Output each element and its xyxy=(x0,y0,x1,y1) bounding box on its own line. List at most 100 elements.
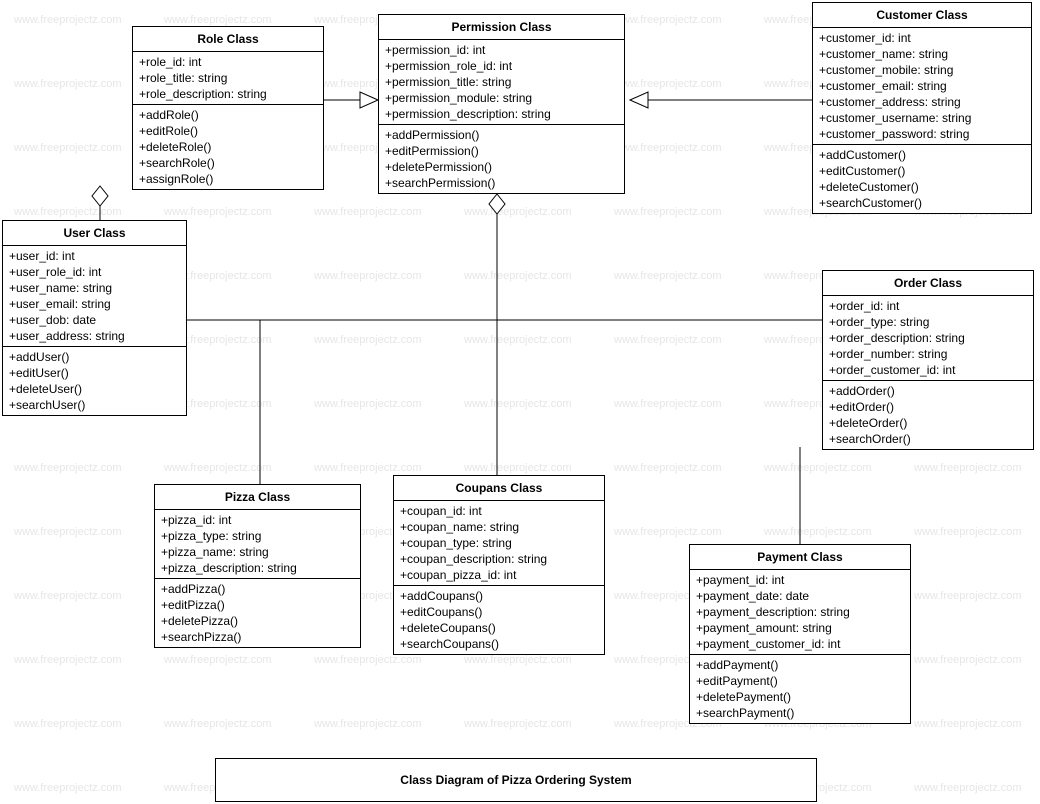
class-member: +editUser() xyxy=(9,365,180,381)
class-member: +order_type: string xyxy=(829,314,1027,330)
class-member: +order_customer_id: int xyxy=(829,362,1027,378)
class-member: +pizza_name: string xyxy=(161,544,354,560)
class-member: +user_address: string xyxy=(9,328,180,344)
class-role: Role Class +role_id: int+role_title: str… xyxy=(132,26,324,190)
class-member: +searchRole() xyxy=(139,155,317,171)
class-member: +coupan_id: int xyxy=(400,503,598,519)
class-title: Permission Class xyxy=(379,15,624,40)
class-permission: Permission Class +permission_id: int+per… xyxy=(378,14,625,194)
class-member: +user_dob: date xyxy=(9,312,180,328)
class-member: +assignRole() xyxy=(139,171,317,187)
class-member: +coupan_pizza_id: int xyxy=(400,567,598,583)
class-title: Coupans Class xyxy=(394,476,604,501)
class-operations: +addUser()+editUser()+deleteUser()+searc… xyxy=(3,347,186,415)
class-member: +editCustomer() xyxy=(819,163,1025,179)
class-title: Pizza Class xyxy=(155,485,360,510)
class-member: +deleteCoupans() xyxy=(400,620,598,636)
class-member: +editRole() xyxy=(139,123,317,139)
class-order: Order Class +order_id: int+order_type: s… xyxy=(822,270,1034,450)
class-attributes: +payment_id: int+payment_date: date+paym… xyxy=(690,570,910,655)
class-operations: +addOrder()+editOrder()+deleteOrder()+se… xyxy=(823,381,1033,449)
class-attributes: +role_id: int+role_title: string+role_de… xyxy=(133,52,323,105)
class-member: +pizza_id: int xyxy=(161,512,354,528)
class-member: +searchCoupans() xyxy=(400,636,598,652)
class-member: +addCoupans() xyxy=(400,588,598,604)
class-user: User Class +user_id: int+user_role_id: i… xyxy=(2,220,187,416)
class-member: +customer_email: string xyxy=(819,78,1025,94)
class-member: +customer_id: int xyxy=(819,30,1025,46)
class-payment: Payment Class +payment_id: int+payment_d… xyxy=(689,544,911,724)
class-operations: +addPermission()+editPermission()+delete… xyxy=(379,125,624,193)
class-member: +pizza_description: string xyxy=(161,560,354,576)
class-title: Role Class xyxy=(133,27,323,52)
class-member: +searchPizza() xyxy=(161,629,354,645)
class-member: +customer_address: string xyxy=(819,94,1025,110)
class-member: +searchOrder() xyxy=(829,431,1027,447)
class-member: +order_number: string xyxy=(829,346,1027,362)
class-member: +role_title: string xyxy=(139,70,317,86)
class-member: +role_id: int xyxy=(139,54,317,70)
class-member: +searchCustomer() xyxy=(819,195,1025,211)
class-member: +order_id: int xyxy=(829,298,1027,314)
class-operations: +addRole()+editRole()+deleteRole()+searc… xyxy=(133,105,323,189)
class-title: Customer Class xyxy=(813,3,1031,28)
class-member: +searchPayment() xyxy=(696,705,904,721)
class-member: +payment_customer_id: int xyxy=(696,636,904,652)
class-member: +editPayment() xyxy=(696,673,904,689)
class-attributes: +customer_id: int+customer_name: string+… xyxy=(813,28,1031,145)
class-operations: +addPayment()+editPayment()+deletePaymen… xyxy=(690,655,910,723)
class-member: +user_email: string xyxy=(9,296,180,312)
class-operations: +addPizza()+editPizza()+deletePizza()+se… xyxy=(155,579,360,647)
class-member: +addCustomer() xyxy=(819,147,1025,163)
class-member: +user_role_id: int xyxy=(9,264,180,280)
class-member: +pizza_type: string xyxy=(161,528,354,544)
class-member: +permission_description: string xyxy=(385,106,618,122)
class-operations: +addCustomer()+editCustomer()+deleteCust… xyxy=(813,145,1031,213)
class-attributes: +order_id: int+order_type: string+order_… xyxy=(823,296,1033,381)
class-member: +addOrder() xyxy=(829,383,1027,399)
class-member: +customer_username: string xyxy=(819,110,1025,126)
class-attributes: +permission_id: int+permission_role_id: … xyxy=(379,40,624,125)
class-member: +deleteRole() xyxy=(139,139,317,155)
class-member: +deletePayment() xyxy=(696,689,904,705)
class-member: +customer_name: string xyxy=(819,46,1025,62)
class-attributes: +pizza_id: int+pizza_type: string+pizza_… xyxy=(155,510,360,579)
class-member: +deletePermission() xyxy=(385,159,618,175)
class-member: +addPermission() xyxy=(385,127,618,143)
class-member: +payment_id: int xyxy=(696,572,904,588)
class-member: +user_id: int xyxy=(9,248,180,264)
class-member: +order_description: string xyxy=(829,330,1027,346)
diagram-caption: Class Diagram of Pizza Ordering System xyxy=(215,758,817,802)
class-member: +role_description: string xyxy=(139,86,317,102)
class-member: +coupan_type: string xyxy=(400,535,598,551)
class-pizza: Pizza Class +pizza_id: int+pizza_type: s… xyxy=(154,484,361,648)
class-member: +addPizza() xyxy=(161,581,354,597)
class-member: +permission_title: string xyxy=(385,74,618,90)
class-member: +searchPermission() xyxy=(385,175,618,191)
class-member: +user_name: string xyxy=(9,280,180,296)
class-member: +payment_amount: string xyxy=(696,620,904,636)
class-member: +coupan_name: string xyxy=(400,519,598,535)
class-customer: Customer Class +customer_id: int+custome… xyxy=(812,2,1032,214)
class-member: +editPermission() xyxy=(385,143,618,159)
class-member: +payment_date: date xyxy=(696,588,904,604)
class-member: +permission_id: int xyxy=(385,42,618,58)
class-member: +customer_mobile: string xyxy=(819,62,1025,78)
class-member: +deletePizza() xyxy=(161,613,354,629)
class-attributes: +user_id: int+user_role_id: int+user_nam… xyxy=(3,246,186,347)
class-title: User Class xyxy=(3,221,186,246)
class-member: +permission_role_id: int xyxy=(385,58,618,74)
class-title: Order Class xyxy=(823,271,1033,296)
class-member: +deleteUser() xyxy=(9,381,180,397)
class-operations: +addCoupans()+editCoupans()+deleteCoupan… xyxy=(394,586,604,654)
class-member: +editOrder() xyxy=(829,399,1027,415)
class-member: +coupan_description: string xyxy=(400,551,598,567)
class-attributes: +coupan_id: int+coupan_name: string+coup… xyxy=(394,501,604,586)
class-member: +editPizza() xyxy=(161,597,354,613)
class-member: +addRole() xyxy=(139,107,317,123)
class-title: Payment Class xyxy=(690,545,910,570)
class-member: +customer_password: string xyxy=(819,126,1025,142)
class-member: +payment_description: string xyxy=(696,604,904,620)
class-member: +searchUser() xyxy=(9,397,180,413)
class-member: +permission_module: string xyxy=(385,90,618,106)
